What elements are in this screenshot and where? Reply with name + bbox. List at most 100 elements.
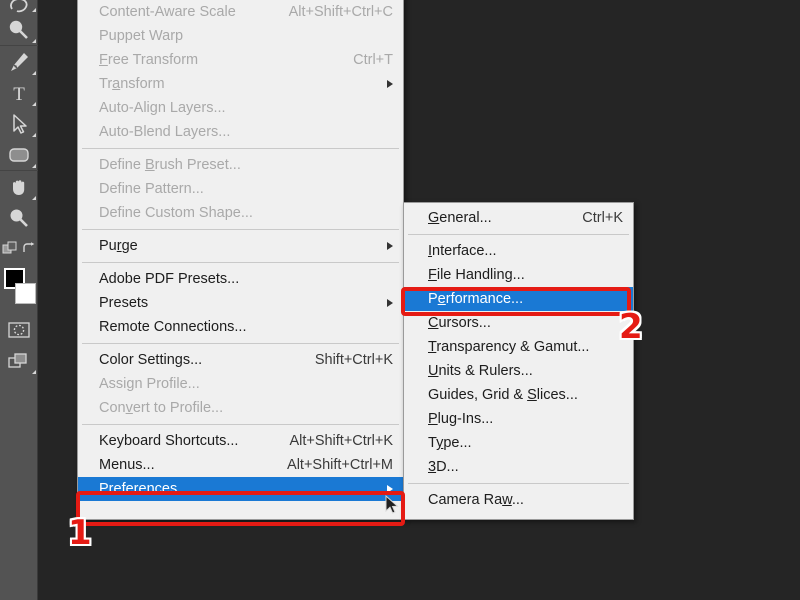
menu-item-label: 3D... [428,459,459,475]
edit-menu-item-define-brush-preset: Define Brush Preset... [78,153,403,177]
edit-menu-item-color-settings[interactable]: Color Settings... Shift+Ctrl+K [78,348,403,372]
edit-menu[interactable]: Content-Aware Scale Alt+Shift+Ctrl+C Puppe… [77,0,404,520]
edit-menu-item-presets[interactable]: Presets [78,291,403,315]
edit-menu-item-puppet-warp: Puppet Warp [78,24,403,48]
menu-item-label: Color Settings... [99,352,203,368]
default-colors-icon [2,241,17,253]
menu-item-shortcut: Alt+Shift+Ctrl+K [289,433,393,449]
menu-item-label: File Handling... [428,267,525,283]
hand-tool[interactable] [0,171,38,202]
lasso-icon [10,0,28,13]
submenu-arrow-icon [387,485,393,493]
menu-item-label: Auto-Align Layers... [99,100,226,116]
prefs-item-transparency-gamut[interactable]: Transparency & Gamut... [404,335,633,359]
menu-item-label: Auto-Blend Layers... [99,124,231,140]
menu-separator [82,148,399,149]
quick-mask-tool[interactable] [0,314,38,345]
quick-mask-icon [8,321,30,338]
flyout-triangle-icon [32,8,36,12]
menu-item-label: Menus... [99,457,155,473]
lasso-tool[interactable] [0,0,38,14]
prefs-item-cursors[interactable]: Cursors... [404,311,633,335]
menu-item-label: Adobe PDF Presets... [99,271,240,287]
type-tool[interactable]: T [0,77,38,108]
edit-menu-item-convert-to-profile: Convert to Profile... [78,396,403,420]
path-selection-tool[interactable] [0,108,38,139]
edit-menu-item-menus[interactable]: Menus... Alt+Shift+Ctrl+M [78,453,403,477]
prefs-item-plug-ins[interactable]: Plug-Ins... [404,407,633,431]
edit-menu-item-remote-connections[interactable]: Remote Connections... [78,315,403,339]
edit-menu-item-adobe-pdf-presets[interactable]: Adobe PDF Presets... [78,267,403,291]
menu-item-label: Content-Aware Scale [99,4,236,20]
menu-separator [82,424,399,425]
edit-menu-item-define-custom-shape: Define Custom Shape... [78,201,403,225]
edit-menu-item-auto-blend-layers: Auto-Blend Layers... [78,120,403,144]
prefs-item-3d[interactable]: 3D... [404,455,633,479]
rectangle-tool[interactable] [0,139,38,170]
flyout-triangle-icon [32,196,36,200]
flyout-triangle-icon [32,39,36,43]
background-color-swatch[interactable] [15,283,36,304]
edit-menu-item-assign-profile: Assign Profile... [78,372,403,396]
preferences-submenu[interactable]: General... Ctrl+K Interface... File Handlin… [403,202,634,520]
menu-item-shortcut: Ctrl+K [582,210,623,226]
prefs-item-general[interactable]: General... Ctrl+K [404,206,633,230]
edit-menu-item-transform: Transform [78,72,403,96]
menu-item-label: Plug-Ins... [428,411,494,427]
prefs-item-performance[interactable]: Performance... [404,287,633,311]
prefs-item-type[interactable]: Type... [404,431,633,455]
prefs-item-interface[interactable]: Interface... [404,239,633,263]
menu-item-shortcut: Shift+Ctrl+K [314,352,393,368]
edit-menu-item-preferences[interactable]: Preferences [78,477,403,501]
menu-item-label: Guides, Grid & Slices... [428,387,578,403]
prefs-item-file-handling[interactable]: File Handling... [404,263,633,287]
menu-item-label: Free Transform [99,52,199,68]
flyout-triangle-icon [32,71,36,75]
annotation-marker-2: 2 [617,307,645,347]
menu-separator [82,229,399,230]
type-icon: T [13,84,25,104]
prefs-item-units-rulers[interactable]: Units & Rulers... [404,359,633,383]
screen-mode-tool[interactable] [0,345,38,376]
prefs-item-camera-raw[interactable]: Camera Raw... [404,488,633,512]
pen-tool[interactable] [0,46,38,77]
menu-item-label: Define Brush Preset... [99,157,241,173]
rounded-rectangle-icon [9,147,29,162]
color-swatches[interactable] [0,266,38,314]
submenu-arrow-icon [387,80,393,88]
edit-menu-item-purge[interactable]: Purge [78,234,403,258]
menu-item-label: Units & Rulers... [428,363,533,379]
color-controls-row[interactable] [0,233,38,264]
menu-item-label: Purge [99,238,138,254]
prefs-item-guides-grid-slices[interactable]: Guides, Grid & Slices... [404,383,633,407]
quick-selection-tool[interactable] [0,14,38,45]
edit-menu-item-content-aware-scale: Content-Aware Scale Alt+Shift+Ctrl+C [78,0,403,24]
menu-item-label: Transform [99,76,165,92]
menu-item-label: Define Custom Shape... [99,205,253,221]
annotation-marker-1: 1 [66,513,94,553]
photoshop-window: T Content-Aware Scale Alt+Shift+Ctrl+C P… [0,0,800,600]
menu-item-label: Keyboard Shortcuts... [99,433,239,449]
screen-mode-icon [8,352,27,368]
flyout-triangle-icon [32,370,36,374]
edit-menu-item-free-transform: Free Transform Ctrl+T [78,48,403,72]
zoom-tool[interactable] [0,202,38,233]
menu-item-label: Define Pattern... [99,181,204,197]
menu-item-label: Cursors... [428,315,491,331]
flyout-triangle-icon [32,133,36,137]
menu-item-label: Interface... [428,243,497,259]
pen-icon [11,52,28,71]
magnifier-icon [10,209,28,227]
tools-panel[interactable]: T [0,0,38,600]
menu-item-label: Performance... [428,291,524,307]
menu-separator [408,483,629,484]
menu-item-label: Camera Raw... [428,492,524,508]
path-selection-arrow-icon [13,113,27,134]
edit-menu-item-keyboard-shortcuts[interactable]: Keyboard Shortcuts... Alt+Shift+Ctrl+K [78,429,403,453]
flyout-triangle-icon [32,164,36,168]
menu-item-label: General... [428,210,492,226]
menu-item-label: Type... [428,435,472,451]
menu-item-label: Transparency & Gamut... [428,339,590,355]
menu-separator [408,234,629,235]
menu-item-label: Assign Profile... [99,376,200,392]
